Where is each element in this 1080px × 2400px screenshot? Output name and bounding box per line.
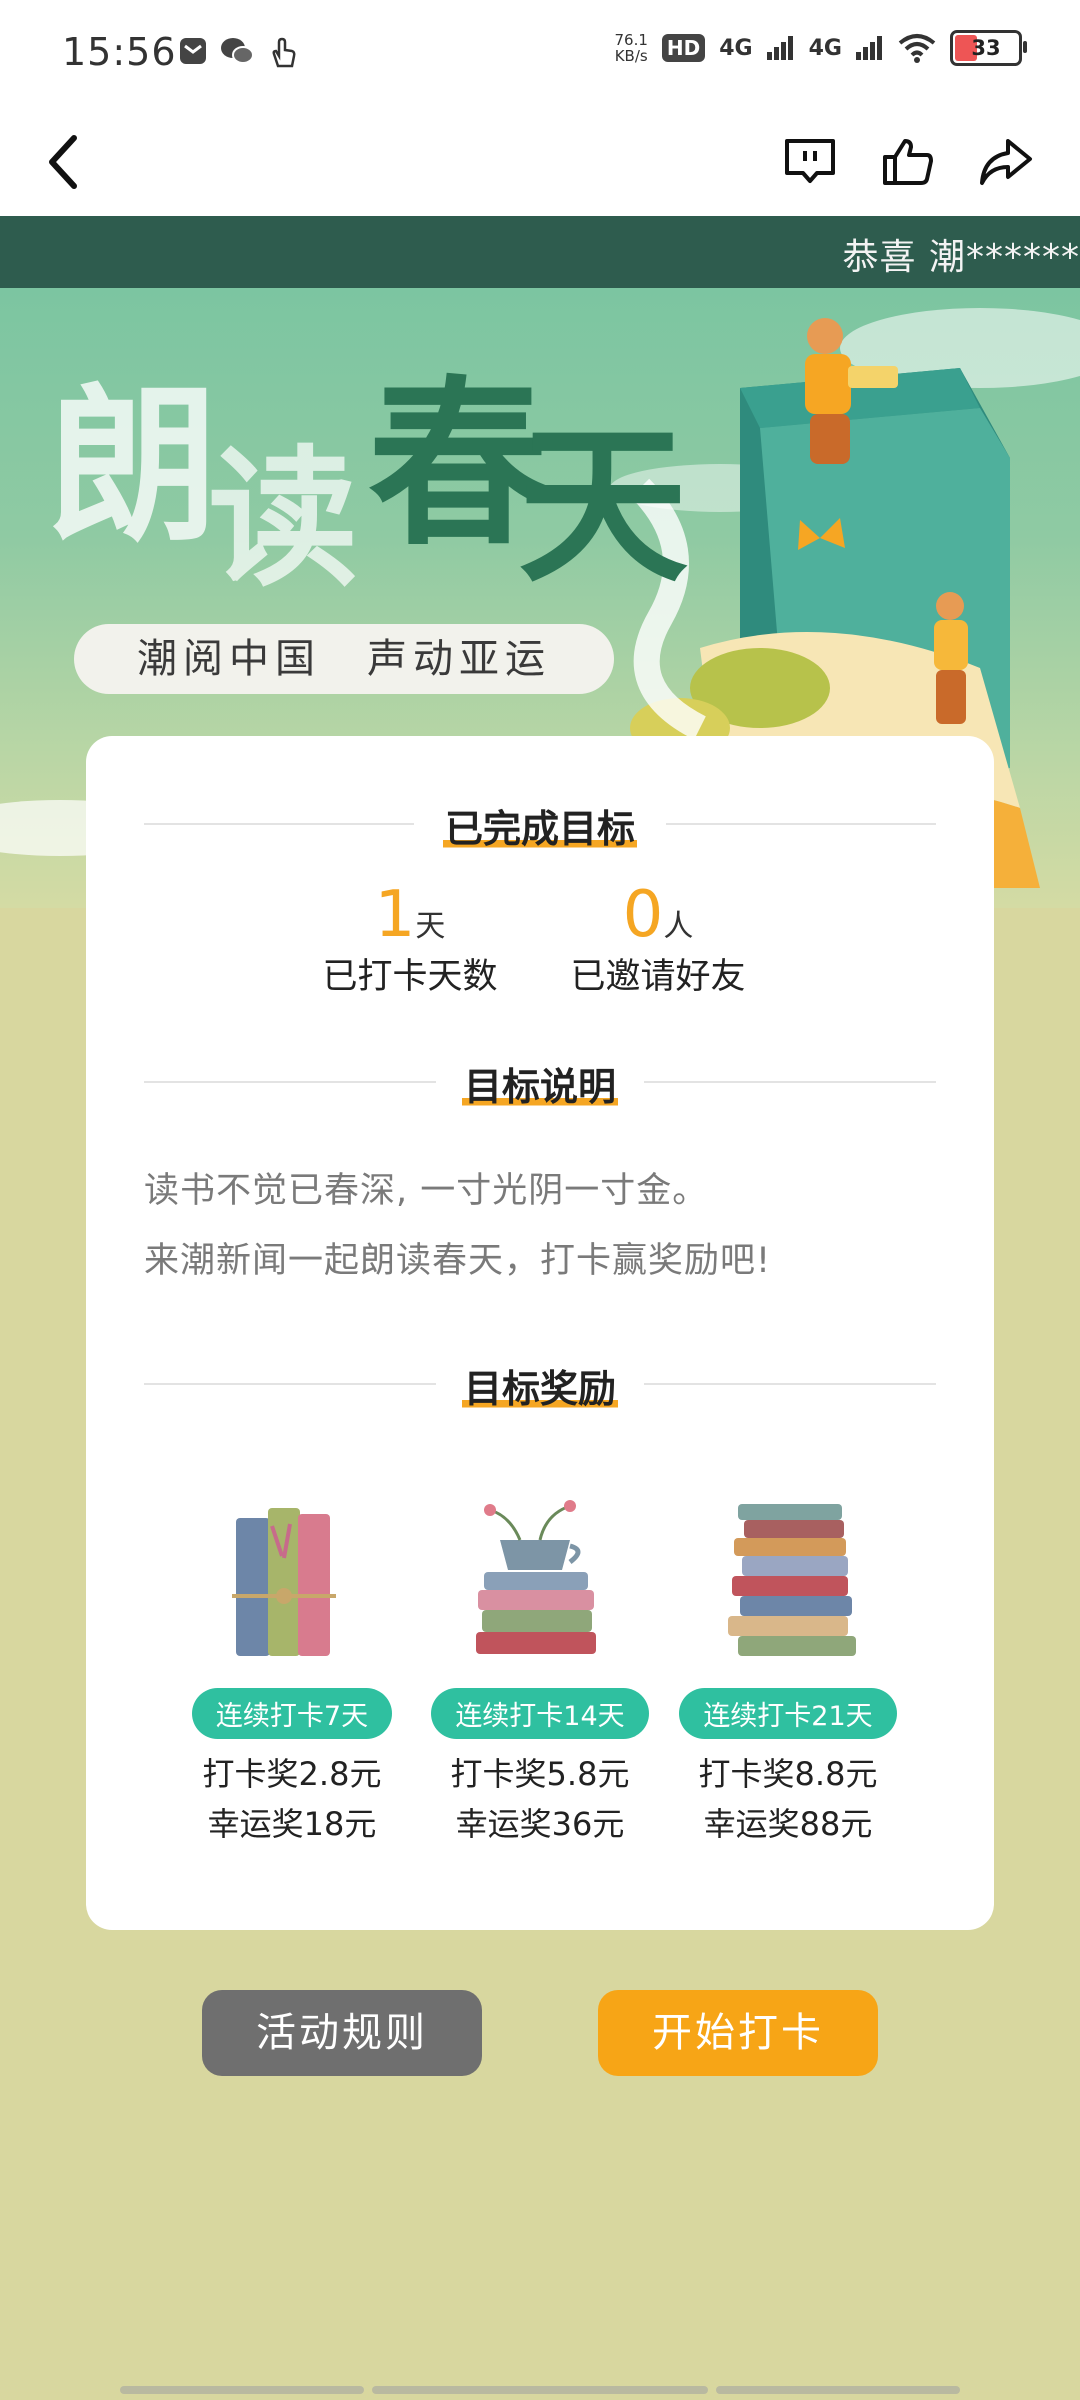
back-arrow-icon [49, 135, 77, 189]
explanation-line: 来潮新闻一起朗读春天，打卡赢奖励吧! [144, 1241, 772, 1281]
section-title: 已完成目标 [442, 798, 637, 853]
sim1-signal: 4G [719, 35, 753, 61]
touch-hand-icon [272, 37, 296, 68]
sim2-signal: 4G [808, 35, 842, 61]
notice-text: 恭喜 潮****** [842, 237, 1080, 278]
banner-slogan: 潮阅中国 声动亚运 [74, 624, 614, 694]
reward-item-14-days: 连续打卡14天 打卡奖5.8元 幸运奖36元 [420, 1496, 660, 1845]
battery-level: 33 [971, 36, 1001, 60]
wifi-icon [898, 34, 936, 63]
status-time: 15:56 [62, 30, 177, 74]
like-thumb-icon [883, 139, 933, 185]
share-icon [980, 139, 1032, 185]
checkin-reward-text: 打卡奖5.8元 [450, 1755, 630, 1793]
comment-icon [785, 139, 835, 183]
book-stack-image [668, 1496, 908, 1666]
stat-value: 0 [622, 878, 664, 952]
section-title: 目标说明 [461, 1056, 618, 1111]
net-speed-value: 76.1 [614, 31, 648, 49]
nav-bar [0, 108, 1080, 216]
banner-title-char: 朗 [48, 366, 219, 566]
explanation-line: 读书不觉已春深, 一寸光阴一寸金。 [144, 1171, 709, 1211]
checkin-reward-text: 打卡奖2.8元 [202, 1755, 382, 1793]
banner-title-char: 读 [208, 431, 359, 607]
wechat-icon [221, 38, 254, 64]
checkin-reward-text: 打卡奖8.8元 [698, 1755, 878, 1793]
section-title: 目标奖励 [461, 1358, 618, 1413]
checkin-days-stat: 1天 已打卡天数 [300, 878, 520, 999]
goal-card: 已完成目标 1天 已打卡天数 0人 已邀请好友 目标说明 读书不觉已春深, 一寸… [86, 736, 994, 1930]
teacup-books-image [420, 1496, 660, 1666]
stat-label: 已邀请好友 [570, 957, 746, 997]
back-button[interactable] [30, 128, 98, 196]
share-button[interactable] [972, 128, 1040, 196]
lucky-reward-text: 幸运奖36元 [455, 1805, 625, 1843]
net-speed-unit: KB/s [614, 47, 648, 65]
goal-explanation-heading: 目标说明 [144, 1056, 936, 1111]
stat-label: 已打卡天数 [322, 957, 498, 997]
reward-item-7-days: 连续打卡7天 打卡奖2.8元 幸运奖18元 [172, 1496, 412, 1845]
lucky-reward-text: 幸运奖88元 [703, 1805, 873, 1843]
bundled-books-image [172, 1496, 412, 1666]
reward-badge: 连续打卡7天 [191, 1688, 393, 1739]
comment-button[interactable] [776, 128, 844, 196]
start-checkin-button[interactable]: 开始打卡 [598, 1990, 878, 2076]
like-button[interactable] [874, 128, 942, 196]
stat-unit: 人 [663, 909, 694, 944]
bottom-indicator [716, 2386, 960, 2394]
inbox-icon [180, 38, 206, 64]
reward-item-21-days: 连续打卡21天 打卡奖8.8元 幸运奖88元 [668, 1496, 908, 1845]
signal-bars-icon [766, 36, 793, 60]
activity-rules-button[interactable]: 活动规则 [202, 1990, 482, 2076]
battery-icon: 33 [950, 30, 1027, 66]
reward-badge: 连续打卡14天 [431, 1688, 649, 1739]
status-bar: 15:56 76.1 KB/s HD 4G 4G 33 [0, 0, 1080, 108]
signal-bars-icon [856, 36, 882, 60]
stat-unit: 天 [415, 909, 446, 944]
reward-badge: 连续打卡21天 [679, 1688, 897, 1739]
bottom-indicator [372, 2386, 708, 2394]
net-speed: 76.1 KB/s [615, 32, 648, 64]
lucky-reward-text: 幸运奖18元 [207, 1805, 377, 1843]
hd-badge: HD [661, 34, 706, 62]
stat-value: 1 [374, 878, 416, 952]
bottom-indicator [120, 2386, 364, 2394]
goal-reward-heading: 目标奖励 [144, 1358, 936, 1413]
invited-friends-stat: 0人 已邀请好友 [548, 878, 768, 999]
completed-goal-heading: 已完成目标 [144, 798, 936, 853]
banner-title-char: 天 [518, 406, 689, 606]
winner-notice-ticker: 恭喜 潮****** [0, 216, 1080, 288]
